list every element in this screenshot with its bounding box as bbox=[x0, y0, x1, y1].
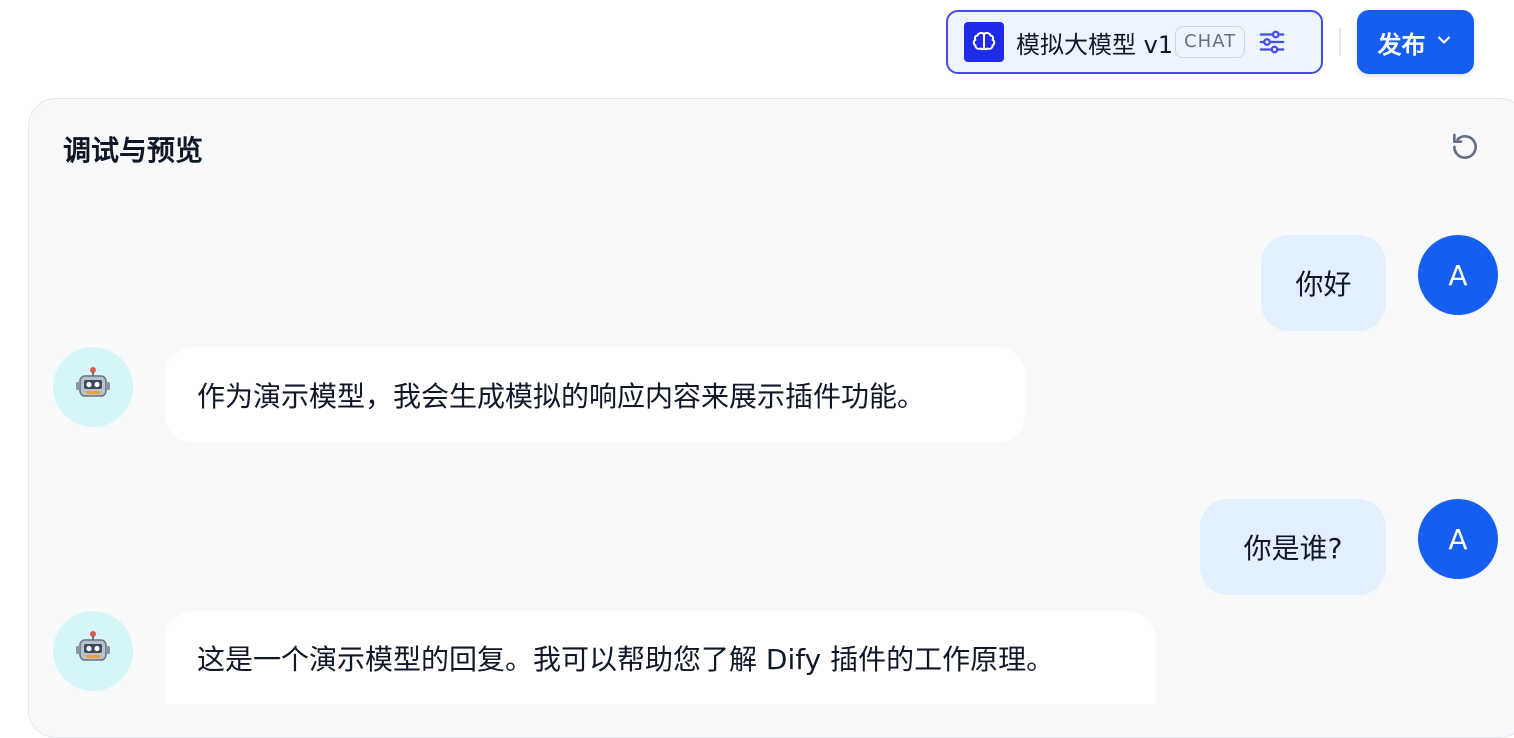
refresh-icon[interactable] bbox=[1449, 131, 1481, 163]
message-text: 你好 bbox=[1295, 268, 1352, 301]
robot-icon bbox=[73, 629, 113, 673]
mode-badge: CHAT bbox=[1175, 26, 1246, 58]
robot-icon bbox=[73, 365, 113, 409]
chevron-down-icon bbox=[1434, 28, 1454, 56]
message-text: 你是谁? bbox=[1243, 532, 1343, 565]
model-name: 模拟大模型 v1 bbox=[1016, 30, 1174, 59]
avatar-initial: A bbox=[1448, 258, 1468, 292]
bot-avatar bbox=[53, 611, 133, 691]
message-text: 作为演示模型，我会生成模拟的响应内容来展示插件功能。 bbox=[197, 380, 926, 413]
brain-icon bbox=[964, 22, 1004, 62]
avatar-initial: A bbox=[1448, 522, 1468, 556]
user-avatar: A bbox=[1418, 499, 1498, 579]
publish-label: 发布 bbox=[1377, 30, 1426, 59]
header-divider bbox=[1339, 28, 1341, 56]
assistant-message-bubble: 这是一个演示模型的回复。我可以帮助您了解 Dify 插件的工作原理。 bbox=[165, 611, 1156, 704]
sliders-icon[interactable] bbox=[1257, 27, 1287, 57]
message-text: 这是一个演示模型的回复。我可以帮助您了解 Dify 插件的工作原理。 bbox=[197, 642, 1055, 676]
assistant-message-bubble: 作为演示模型，我会生成模拟的响应内容来展示插件功能。 bbox=[165, 347, 1025, 443]
user-message-bubble: 你是谁? bbox=[1200, 499, 1386, 595]
panel-title: 调试与预览 bbox=[63, 134, 204, 167]
user-message-bubble: 你好 bbox=[1261, 235, 1386, 331]
publish-button[interactable]: 发布 bbox=[1357, 10, 1474, 74]
bot-avatar bbox=[53, 347, 133, 427]
model-selector[interactable]: 模拟大模型 v1 CHAT bbox=[946, 10, 1323, 74]
user-avatar: A bbox=[1418, 235, 1498, 315]
